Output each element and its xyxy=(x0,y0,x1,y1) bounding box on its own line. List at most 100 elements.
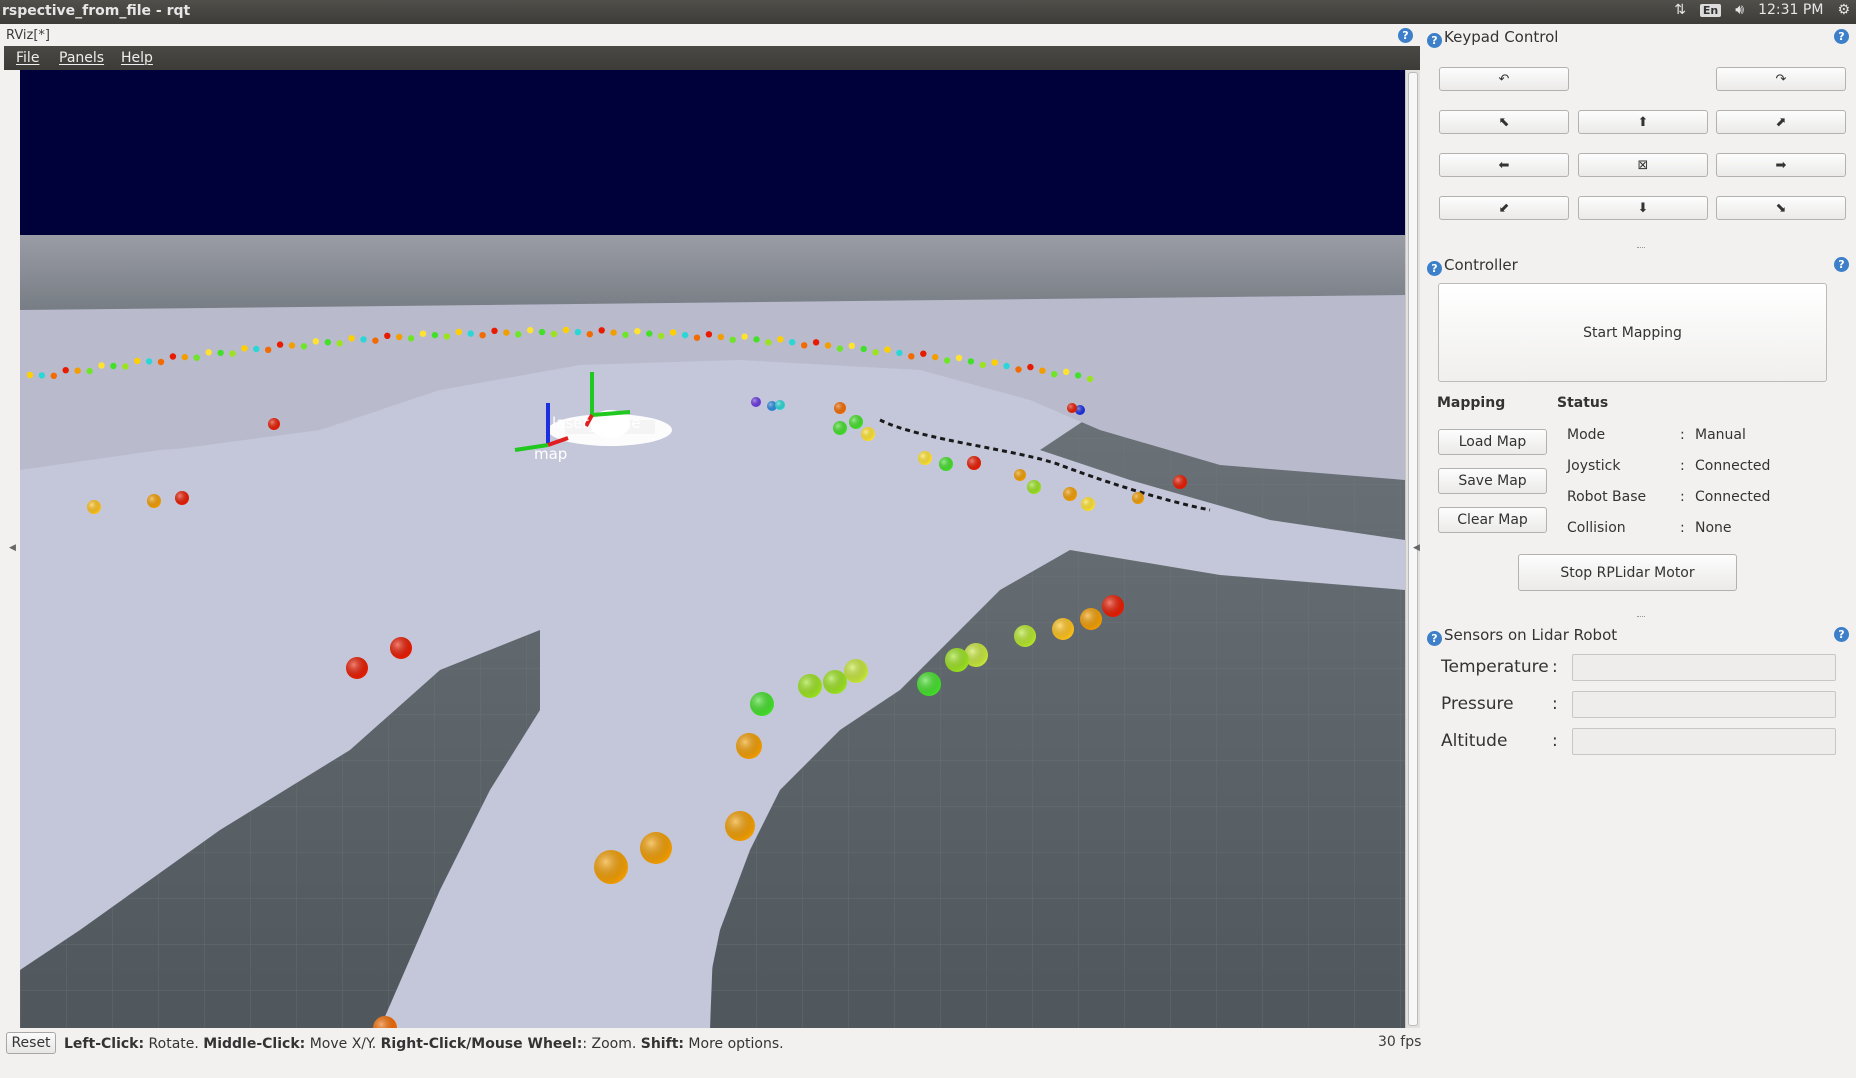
stop-rplidar-motor-button[interactable]: Stop RPLidar Motor xyxy=(1518,554,1737,591)
scan-point-highlight xyxy=(939,457,953,471)
scan-point-highlight xyxy=(917,672,941,696)
scan-point-far xyxy=(729,336,736,343)
scan-point-far xyxy=(419,330,427,337)
move-forward-button[interactable]: ⬆ xyxy=(1578,110,1708,134)
scan-point-far xyxy=(74,367,81,374)
scan-point-highlight xyxy=(834,402,846,414)
rviz-title: RViz[*] xyxy=(6,28,51,43)
splitter-handle[interactable] xyxy=(1637,616,1645,620)
scan-point-far xyxy=(538,328,546,336)
scan-point-far xyxy=(181,353,188,361)
scan-point-far xyxy=(824,342,832,349)
scan-point-far xyxy=(979,361,986,369)
scan-point-far xyxy=(932,353,939,361)
sensors-info-icon[interactable]: ? xyxy=(1427,631,1442,646)
scan-point-far xyxy=(622,331,629,338)
rotate-left-button[interactable]: ↶ xyxy=(1439,67,1569,91)
scan-point-far xyxy=(562,326,570,334)
start-mapping-button[interactable]: Start Mapping xyxy=(1438,283,1827,382)
menu-file[interactable]: File xyxy=(16,50,39,66)
scan-point-highlight xyxy=(918,451,932,465)
controller-help-icon[interactable]: ? xyxy=(1834,257,1849,272)
move-up-left-button[interactable]: ⬉ xyxy=(1439,110,1569,134)
scan-point-far xyxy=(1086,375,1094,383)
clock[interactable]: 12:31 PM xyxy=(1758,2,1823,18)
scan-point-highlight xyxy=(967,456,981,470)
load-map-button[interactable]: Load Map xyxy=(1438,429,1547,455)
scan-point-highlight xyxy=(147,494,161,508)
scan-point-highlight xyxy=(1067,403,1077,413)
move-left-button[interactable]: ⬅ xyxy=(1439,153,1569,177)
altitude-field[interactable] xyxy=(1572,728,1836,755)
rviz-menubar: File Panels Help xyxy=(4,46,1420,70)
scan-point-far xyxy=(705,331,713,338)
menu-help[interactable]: Help xyxy=(121,50,153,66)
scan-point-far xyxy=(324,339,331,346)
scan-point-far xyxy=(789,339,796,346)
move-down-left-button[interactable]: ⬋ xyxy=(1439,196,1569,220)
scan-point-far xyxy=(384,332,391,339)
scan-point-far xyxy=(896,349,903,357)
splitter-handle[interactable] xyxy=(1637,247,1645,251)
move-backward-button[interactable]: ⬇ xyxy=(1578,196,1708,220)
rotate-right-button[interactable]: ↷ xyxy=(1716,67,1846,91)
scan-point-far xyxy=(658,332,665,340)
controller-info-icon[interactable]: ? xyxy=(1427,261,1442,276)
rviz-3d-viewport[interactable]: laser_frame map xyxy=(20,70,1405,1028)
scan-point-highlight xyxy=(1014,625,1036,647)
scan-point-far xyxy=(348,335,355,342)
rviz-help-icon[interactable]: ? xyxy=(1398,28,1413,43)
save-map-button[interactable]: Save Map xyxy=(1438,468,1547,494)
speaker-icon[interactable]: 🔊︎ xyxy=(1735,2,1744,18)
controller-panel-header: ? Controller xyxy=(1427,256,1518,276)
scan-point-far xyxy=(872,349,879,356)
pressure-field[interactable] xyxy=(1572,691,1836,718)
scan-point-highlight xyxy=(751,397,761,407)
scan-point-highlight xyxy=(823,670,847,694)
clear-map-button[interactable]: Clear Map xyxy=(1438,507,1547,533)
scan-point-far xyxy=(86,367,93,375)
scan-point-highlight xyxy=(346,657,368,679)
keyboard-layout-indicator[interactable]: En xyxy=(1699,3,1722,17)
scan-point-far xyxy=(1003,362,1010,370)
network-icon[interactable]: ⇅ xyxy=(1674,2,1686,18)
scan-point-far xyxy=(479,332,486,339)
bottom-strip xyxy=(0,1058,1856,1078)
scan-point-far xyxy=(360,336,367,343)
menu-panels[interactable]: Panels xyxy=(59,50,104,66)
scan-point-far xyxy=(336,340,343,347)
scan-point-far xyxy=(443,333,451,340)
scan-point-far xyxy=(288,342,296,349)
scan-point-far xyxy=(276,341,284,348)
move-up-right-button[interactable]: ⬈ xyxy=(1716,110,1846,134)
frame-label-laser: laser_frame xyxy=(552,414,641,433)
status-colon: : xyxy=(1680,489,1685,505)
scan-point-far xyxy=(967,358,975,365)
scan-point-far xyxy=(62,367,69,374)
stop-button[interactable]: ⊠ xyxy=(1578,153,1708,177)
controller-title: Controller xyxy=(1444,256,1518,274)
scan-point-far xyxy=(1063,368,1070,375)
scan-point-far xyxy=(467,330,474,337)
sensors-help-icon[interactable]: ? xyxy=(1834,627,1849,642)
keypad-info-icon[interactable]: ? xyxy=(1427,33,1442,48)
reset-view-button[interactable]: Reset xyxy=(6,1032,56,1054)
scan-point-far xyxy=(527,327,534,334)
scan-point-far xyxy=(205,349,212,356)
scan-point-far xyxy=(741,333,748,340)
temperature-field[interactable] xyxy=(1572,654,1836,681)
move-down-right-button[interactable]: ⬊ xyxy=(1716,196,1846,220)
left-dock-arrow[interactable]: ◀ xyxy=(9,543,16,553)
right-dock-arrow[interactable]: ◀ xyxy=(1413,543,1420,553)
scan-point-far xyxy=(1015,366,1022,373)
gear-icon[interactable]: ⚙ xyxy=(1837,2,1850,18)
scan-point-far xyxy=(241,345,248,352)
move-right-button[interactable]: ➡ xyxy=(1716,153,1846,177)
keypad-help-icon[interactable]: ? xyxy=(1834,29,1849,44)
scan-point-highlight xyxy=(1080,608,1102,630)
scan-point-far xyxy=(777,336,784,343)
status-colon: : xyxy=(1680,520,1685,536)
scan-point-far xyxy=(145,358,153,365)
scan-point-highlight xyxy=(268,418,280,430)
sky-background xyxy=(20,70,1405,240)
